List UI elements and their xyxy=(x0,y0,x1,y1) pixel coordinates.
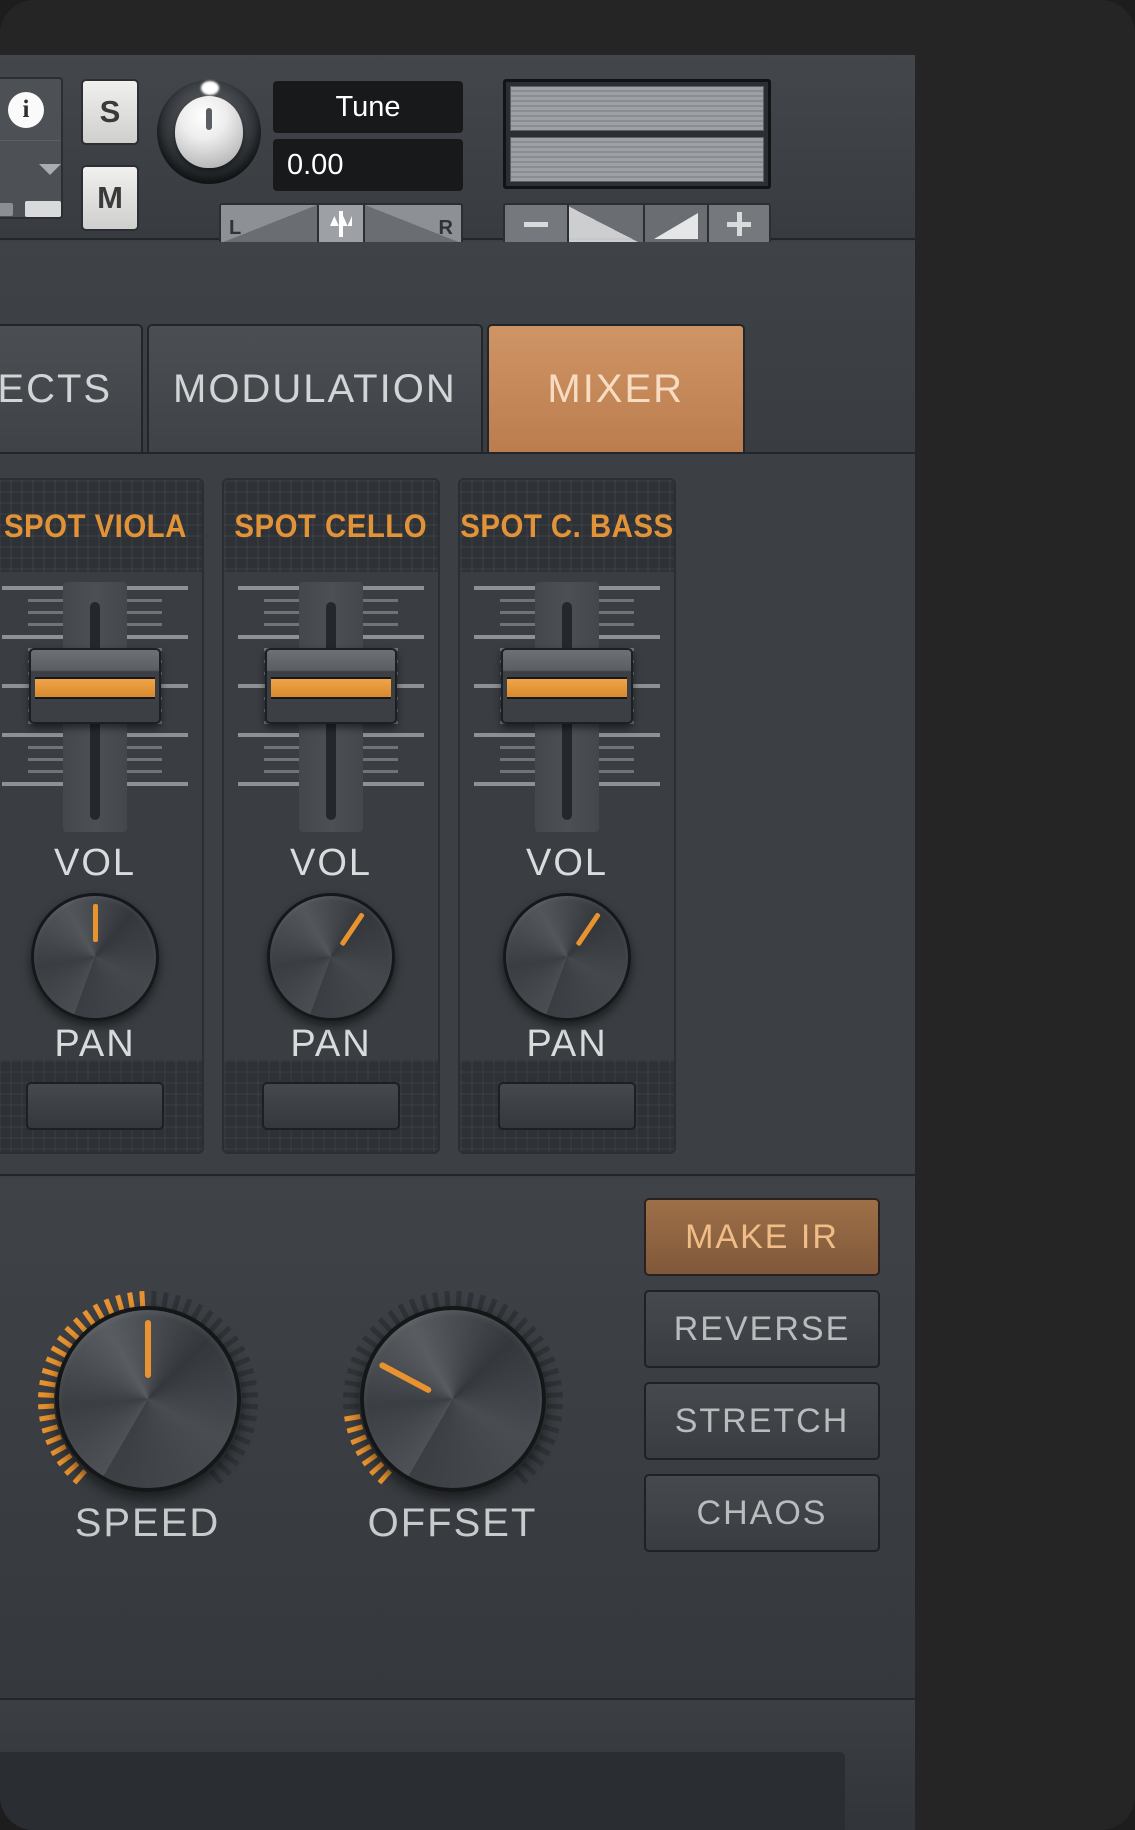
channel-header: SPOT VIOLA xyxy=(0,480,202,572)
memory-meter xyxy=(0,197,61,221)
vol-label: VOL xyxy=(224,842,438,885)
fader-handle[interactable] xyxy=(265,648,397,724)
reverse-button[interactable]: REVERSE xyxy=(644,1290,880,1368)
pan-right-label: R xyxy=(439,217,453,240)
pan-left-zone[interactable]: L xyxy=(221,205,317,243)
channel-strip[interactable]: SPOT VIOLA VOL xyxy=(0,478,204,1154)
ir-knob-row: DECAY SPEED xyxy=(0,1288,585,1546)
channel-strip[interactable]: SPOT CELLO VOL xyxy=(222,478,440,1154)
memory-chip xyxy=(25,201,61,217)
vol-label: VOL xyxy=(460,842,674,885)
pan-knob[interactable] xyxy=(267,893,395,1021)
tab-bar: EFFECTS MODULATION MIXER xyxy=(0,242,915,454)
pan-right-zone[interactable]: R xyxy=(365,205,461,243)
footer-shade xyxy=(0,1752,845,1830)
tune-display-group: Tune 0.00 xyxy=(273,81,463,197)
info-button[interactable]: i xyxy=(0,79,61,140)
pan-anchor-icon xyxy=(330,211,352,237)
pan-left-label: L xyxy=(229,217,241,240)
solo-button[interactable]: S xyxy=(81,79,139,145)
volume-fader[interactable] xyxy=(224,572,438,840)
volume-fader[interactable] xyxy=(460,572,674,840)
ir-button-column: MAKE IR REVERSE STRETCH CHAOS xyxy=(644,1198,880,1566)
ir-section: DECAY SPEED xyxy=(0,1178,915,1698)
output-routing-button[interactable] xyxy=(262,1082,400,1130)
tune-knob-highlight xyxy=(201,81,219,95)
output-routing-button[interactable] xyxy=(498,1082,636,1130)
volume-handle[interactable] xyxy=(643,205,707,243)
mute-button[interactable]: M xyxy=(81,165,139,231)
vol-label: VOL xyxy=(0,842,202,885)
channel-header: SPOT C. BASS xyxy=(460,480,674,572)
tune-knob[interactable] xyxy=(157,80,261,184)
footer-bar xyxy=(0,1698,915,1830)
speed-knob[interactable] xyxy=(55,1306,241,1492)
make-ir-button[interactable]: MAKE IR xyxy=(644,1198,880,1276)
fader-track[interactable] xyxy=(63,582,127,832)
offset-knob[interactable] xyxy=(360,1306,546,1492)
channel-footer xyxy=(0,1060,202,1152)
pan-center-handle[interactable] xyxy=(317,205,365,243)
speed-knob-indicator xyxy=(145,1320,151,1378)
pan-knob-indicator xyxy=(575,912,600,946)
chevron-down-icon[interactable] xyxy=(39,164,61,175)
offset-knob-indicator xyxy=(378,1361,432,1394)
plugin-window: i : 599 Purge MB xyxy=(0,0,1135,1830)
level-meter-right xyxy=(510,137,764,182)
channel-name: SPOT C. BASS xyxy=(460,508,673,545)
volume-ramp[interactable] xyxy=(567,205,643,243)
plugin-panel: i : 599 Purge MB xyxy=(0,55,915,1830)
memory-chip xyxy=(0,203,13,216)
channel-strip-list: SPOT VIOLIN 2 VOL xyxy=(0,478,676,1154)
volume-increase-button[interactable] xyxy=(707,205,769,243)
volume-fader[interactable] xyxy=(0,572,202,840)
tab-modulation[interactable]: MODULATION xyxy=(147,324,483,452)
tab-effects[interactable]: EFFECTS xyxy=(0,324,143,452)
mixer-section: SPOT VIOLIN 2 VOL xyxy=(0,456,915,1176)
fader-track[interactable] xyxy=(299,582,363,832)
speed-control: SPEED xyxy=(15,1288,280,1546)
output-routing-button[interactable] xyxy=(26,1082,164,1130)
info-icon: i xyxy=(8,92,44,128)
master-volume-slider[interactable] xyxy=(503,203,771,245)
fader-track[interactable] xyxy=(535,582,599,832)
channel-name: SPOT VIOLA xyxy=(4,508,187,545)
offset-control: OFFSET xyxy=(320,1288,585,1546)
channel-name: SPOT CELLO xyxy=(235,508,428,545)
tune-knob-cap xyxy=(175,96,243,168)
purge-menu[interactable]: Purge xyxy=(0,141,61,197)
tab-list: EFFECTS MODULATION MIXER xyxy=(0,324,745,452)
fader-handle[interactable] xyxy=(501,648,633,724)
channel-strip[interactable]: SPOT C. BASS VOL xyxy=(458,478,676,1154)
fader-handle[interactable] xyxy=(29,648,161,724)
volume-decrease-button[interactable] xyxy=(505,205,567,243)
channel-header: SPOT CELLO xyxy=(224,480,438,572)
instrument-info-box: i : 599 Purge MB xyxy=(0,77,63,219)
pan-knob[interactable] xyxy=(503,893,631,1021)
channel-footer xyxy=(460,1060,674,1152)
master-pan-slider[interactable]: L R xyxy=(219,203,463,245)
output-level-meters xyxy=(503,79,771,189)
pan-knob[interactable] xyxy=(31,893,159,1021)
instrument-header: i : 599 Purge MB xyxy=(0,55,915,240)
pan-knob-indicator xyxy=(339,912,364,946)
chaos-button[interactable]: CHAOS xyxy=(644,1474,880,1552)
tune-value[interactable]: 0.00 xyxy=(273,139,463,191)
tab-mixer[interactable]: MIXER xyxy=(487,324,745,452)
stretch-button[interactable]: STRETCH xyxy=(644,1382,880,1460)
channel-footer xyxy=(224,1060,438,1152)
level-meter-left xyxy=(510,86,764,131)
pan-knob-indicator xyxy=(93,904,98,942)
solo-mute-column: S M xyxy=(81,79,139,251)
tune-label: Tune xyxy=(273,81,463,133)
